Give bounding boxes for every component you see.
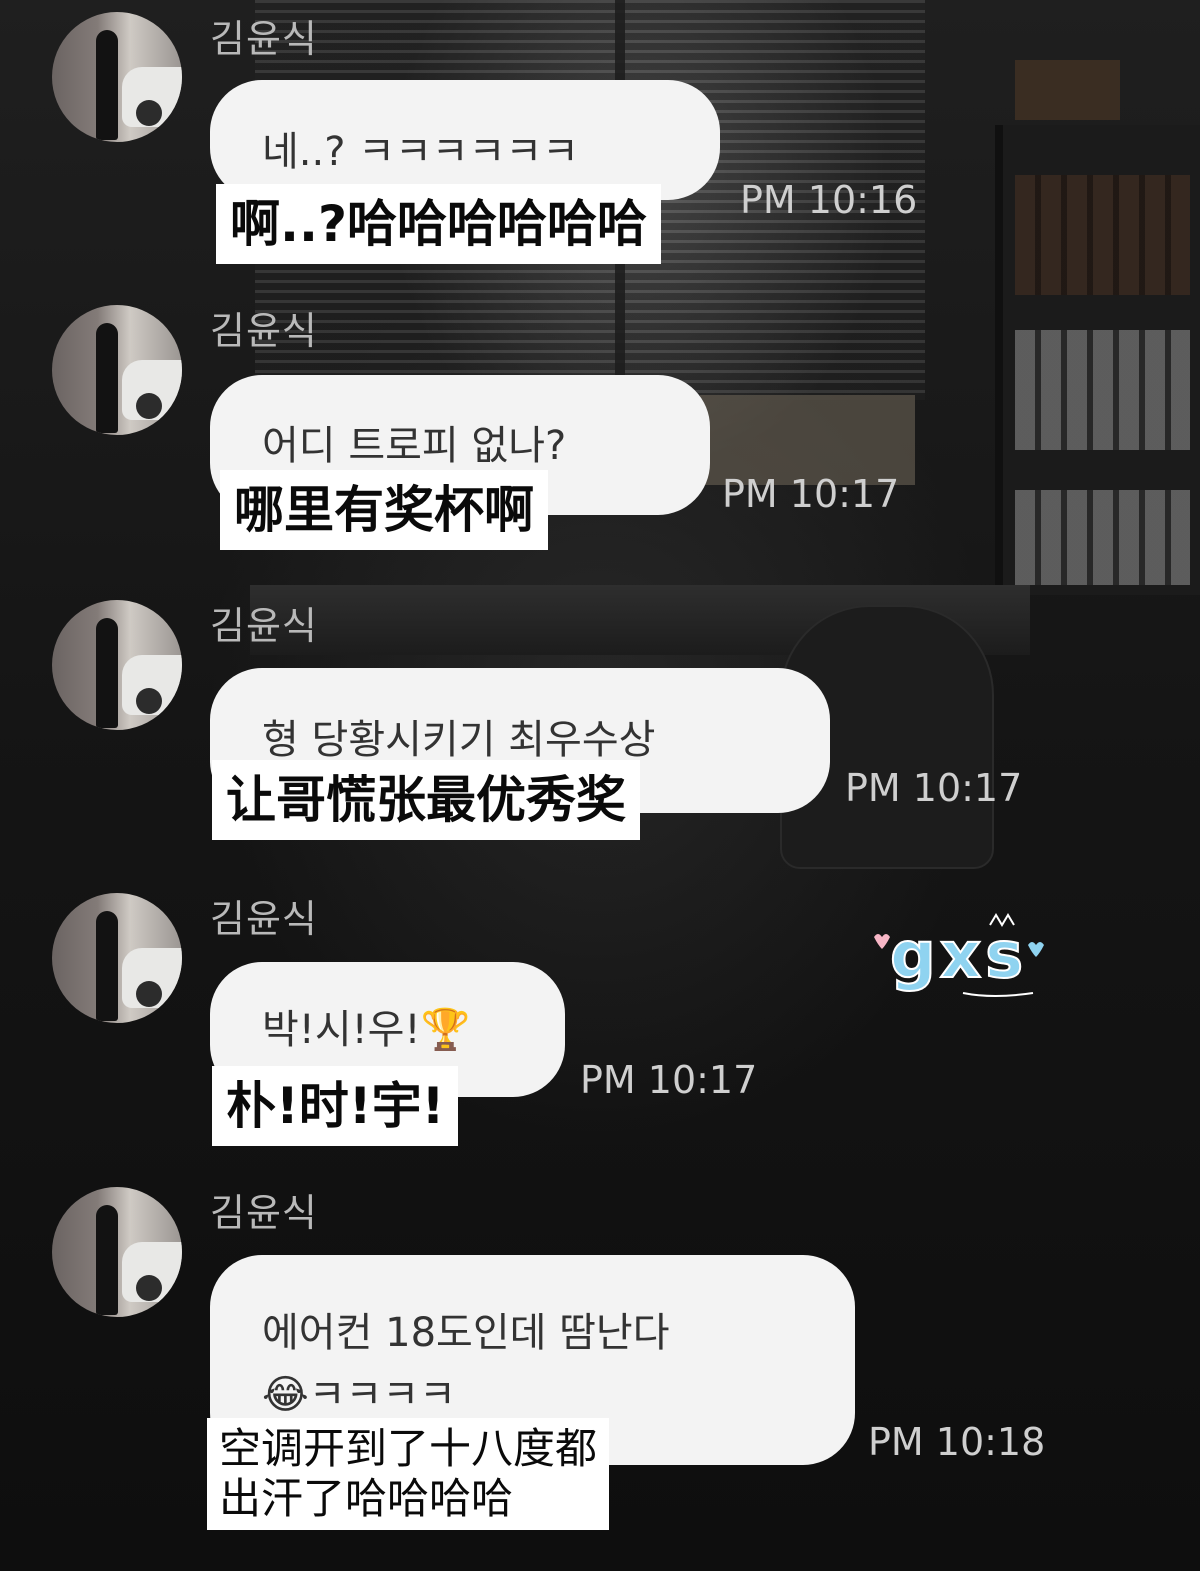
avatar[interactable] [52,1187,182,1317]
heart-icon [874,934,890,949]
heart-icon [1028,942,1044,957]
translation-caption: 让哥慌张最优秀奖 [212,760,640,840]
avatar-figure [96,323,118,433]
message-time: PM 10:17 [580,1058,758,1102]
avatar[interactable] [52,12,182,142]
shelf-binders [1015,330,1190,450]
translation-caption: 空调开到了十八度都 出汗了哈哈哈哈 [207,1418,610,1530]
watermark-text: gxs [890,919,1027,993]
sender-name: 김윤식 [210,1191,318,1235]
avatar-wheel [136,1275,162,1301]
translation-caption: 哪里有奖杯啊 [220,470,548,550]
translation-caption: 啊..?哈哈哈哈哈哈 [216,184,661,264]
avatar-figure [96,1205,118,1315]
shelf-binders-lower [1015,490,1190,585]
avatar-wheel [136,688,162,714]
message-text: 형 당황시키기 최우수상 [262,717,656,763]
message-time: PM 10:17 [722,472,900,516]
message-text: 네..? ㅋㅋㅋㅋㅋㅋ [262,129,579,175]
avatar[interactable] [52,893,182,1023]
avatar-figure [96,911,118,1021]
avatar-figure [96,30,118,140]
message-time: PM 10:16 [740,178,918,222]
sender-name: 김윤식 [210,897,318,941]
message-text: 어디 트로피 없나? [262,423,567,469]
gxs-watermark-sticker: gxs [874,913,1044,997]
storage-box [1015,60,1120,120]
shelf-books [1015,175,1190,295]
message-time: PM 10:18 [868,1420,1046,1464]
avatar-figure [96,618,118,728]
message-time: PM 10:17 [845,766,1023,810]
avatar-wheel [136,100,162,126]
avatar-wheel [136,981,162,1007]
sender-name: 김윤식 [210,309,318,353]
translation-caption: 朴!时!宇! [212,1066,459,1146]
sender-name: 김윤식 [210,604,318,648]
message-text: 에어컨 18도인데 땀난다 😂ㅋㅋㅋㅋ [262,1310,670,1418]
avatar-wheel [136,393,162,419]
avatar[interactable] [52,305,182,435]
whisker-line [962,992,1034,997]
sender-name: 김윤식 [210,17,318,61]
message-text: 박!시!우!🏆 [262,1007,471,1053]
avatar[interactable] [52,600,182,730]
